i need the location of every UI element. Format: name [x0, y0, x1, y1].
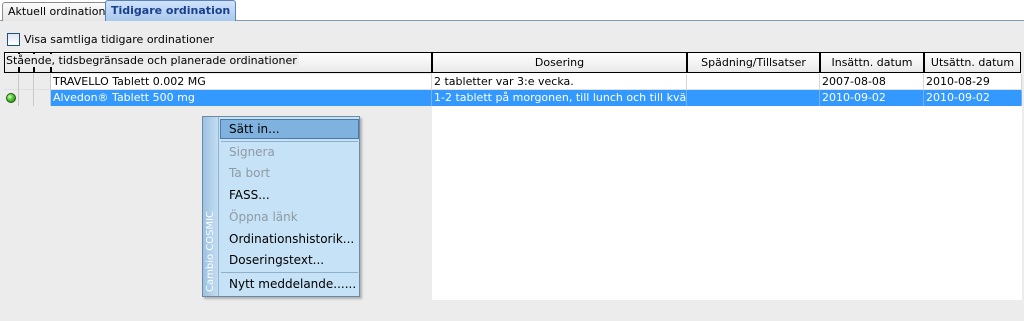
cell-utsattn-datum[interactable]: 2010-09-02 — [924, 90, 1022, 106]
column-header-utsattn-datum[interactable]: Utsättn. datum — [924, 52, 1021, 73]
column-header-dosering[interactable]: Dosering — [432, 52, 687, 73]
green-status-dot-icon — [6, 93, 16, 103]
tab-bar: Aktuell ordination Tidigare ordination — [0, 0, 1024, 21]
group-title: Stående, tidsbegränsade och planerade or… — [6, 54, 299, 67]
cell-ordination[interactable]: Alvedon® Tablett 500 mg — [51, 90, 432, 106]
show-all-checkbox[interactable] — [7, 32, 20, 46]
menu-item-oppna-lank[interactable]: Öppna länk — [220, 207, 359, 227]
menu-item-doseringstext[interactable]: Doseringstext... — [220, 250, 359, 270]
tab-tidigare-ordination[interactable]: Tidigare ordination — [105, 0, 237, 21]
ordination-table: Ordination Dosering Spädning/Tillsatser … — [4, 52, 1022, 300]
cell-ordination[interactable]: TRAVELLO Tablett 0.002 MG — [51, 74, 432, 90]
cell-utsattn-datum[interactable]: 2010-08-29 — [924, 74, 1022, 90]
table-row-selected[interactable]: Alvedon® Tablett 500 mg 1-2 tablett på m… — [4, 90, 1022, 106]
menu-item-satt-in[interactable]: Sätt in... — [220, 119, 359, 139]
row-extra-cell — [34, 90, 51, 106]
context-menu-brand-label: Cambio COSMIC — [205, 210, 216, 292]
context-menu-sidebar: Cambio COSMIC — [203, 117, 219, 296]
show-all-label: Visa samtliga tidigare ordinationer — [24, 32, 214, 46]
column-header-insattn-datum[interactable]: Insättn. datum — [820, 52, 924, 73]
table-body-area — [432, 73, 1022, 300]
menu-item-ordinationshistorik[interactable]: Ordinationshistorik... — [220, 229, 359, 249]
menu-item-signera[interactable]: Signera — [220, 142, 359, 162]
row-status-cell — [4, 74, 19, 90]
show-all-checkbox-row[interactable]: Visa samtliga tidigare ordinationer — [7, 32, 214, 46]
table-row[interactable]: TRAVELLO Tablett 0.002 MG 2 tabletter va… — [4, 74, 1022, 90]
cell-insattn-datum[interactable]: 2007-08-08 — [820, 74, 924, 90]
cell-dosering[interactable]: 2 tabletter var 3:e vecka. — [432, 74, 687, 90]
menu-item-ta-bort[interactable]: Ta bort — [220, 163, 359, 183]
tab-aktuell-ordination[interactable]: Aktuell ordination — [2, 2, 112, 21]
context-menu: Cambio COSMIC Sätt in... Signera Ta bort… — [202, 116, 360, 297]
row-flag-cell — [19, 74, 34, 90]
menu-item-fass[interactable]: FASS... — [220, 185, 359, 205]
cell-spadning[interactable] — [687, 90, 820, 106]
row-extra-cell — [34, 74, 51, 90]
column-header-spadning[interactable]: Spädning/Tillsatser — [687, 52, 820, 73]
cell-spadning[interactable] — [687, 74, 820, 90]
cell-dosering[interactable]: 1-2 tablett på morgonen, till lunch och … — [432, 90, 687, 106]
menu-separator — [221, 272, 358, 273]
cell-insattn-datum[interactable]: 2010-09-02 — [820, 90, 924, 106]
menu-item-nytt-meddelande[interactable]: Nytt meddelande...... — [220, 274, 359, 294]
row-status-cell — [4, 90, 19, 106]
row-flag-cell — [19, 90, 34, 106]
